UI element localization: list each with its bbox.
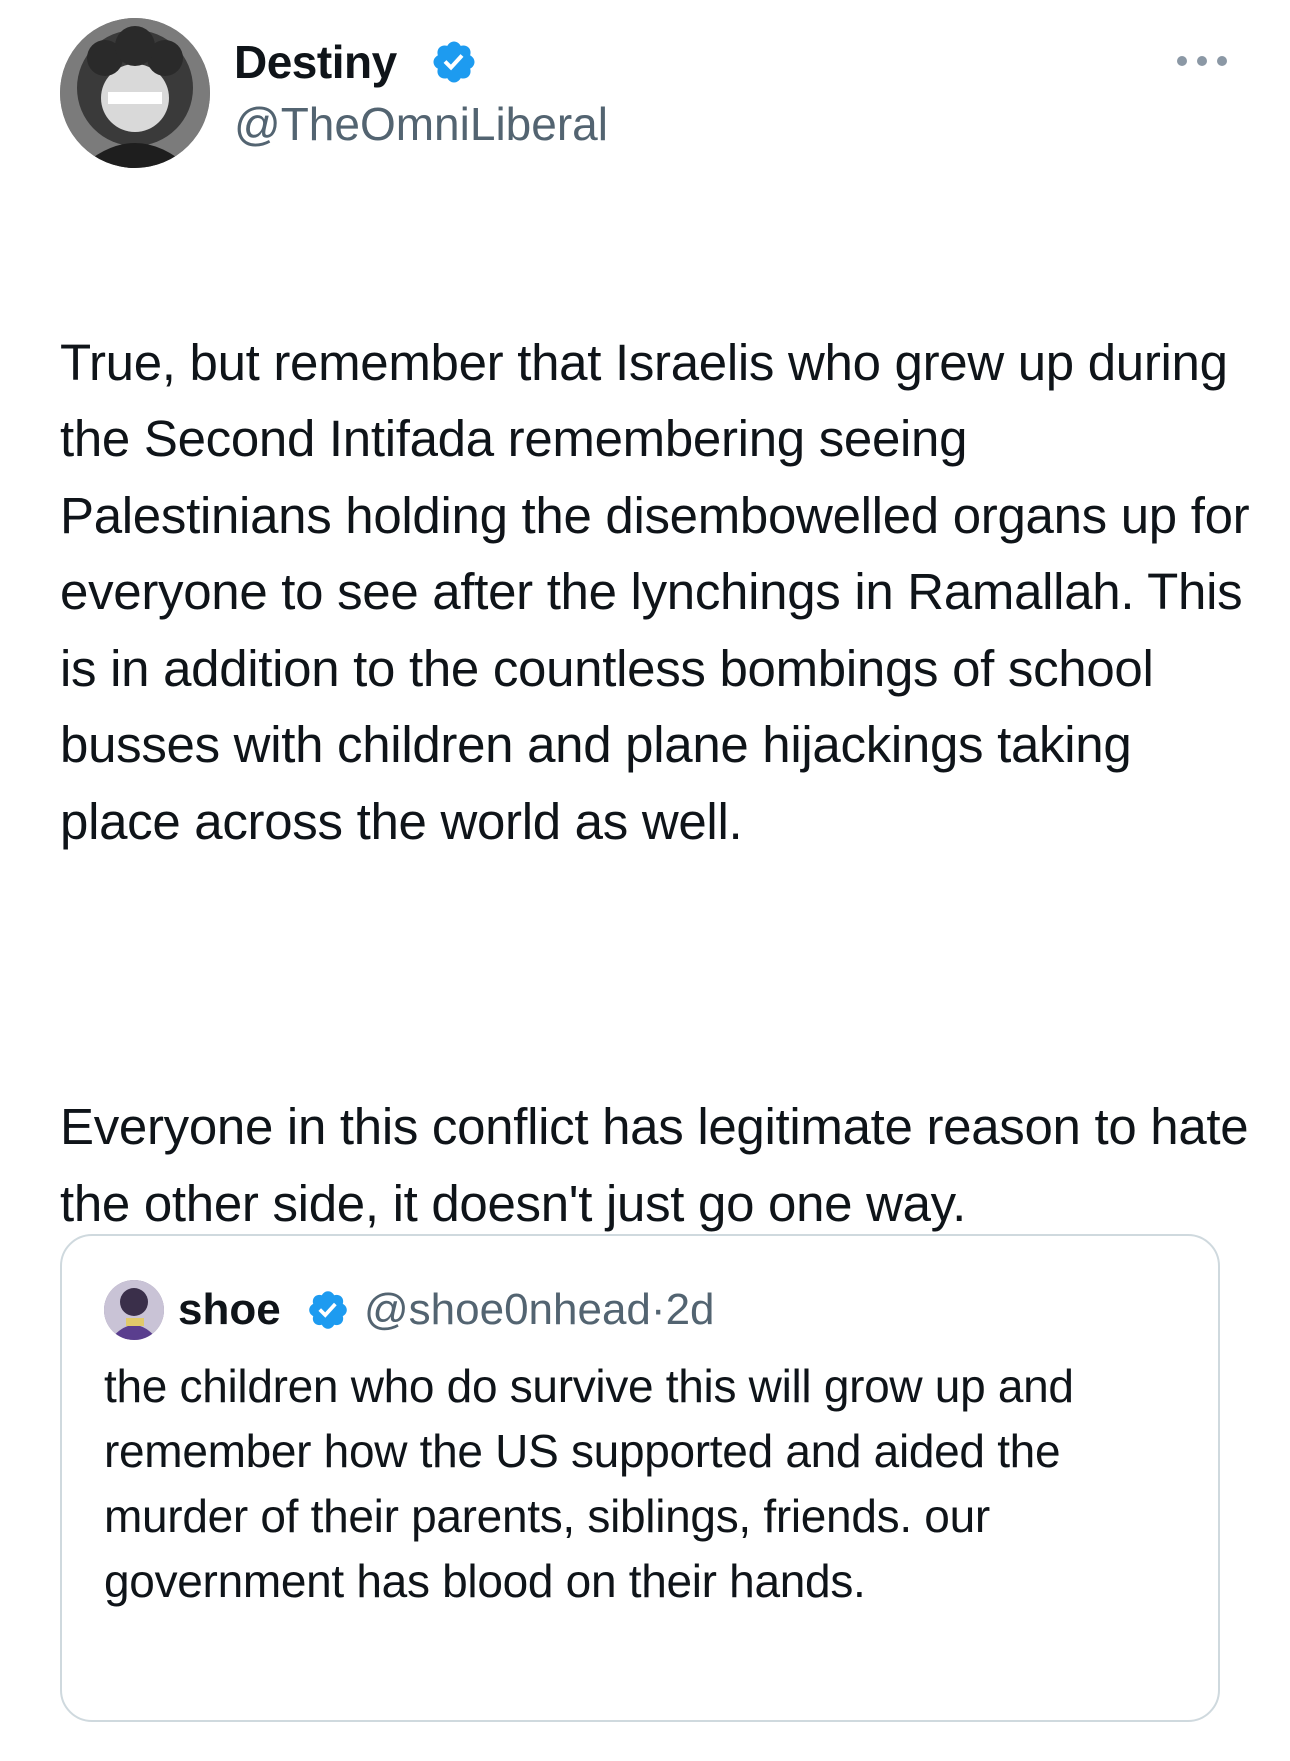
quoted-author-avatar (104, 1280, 164, 1340)
author-handle[interactable]: @TheOmniLiberal (234, 96, 608, 152)
quoted-tweet-text: the children who do survive this will gr… (104, 1360, 1074, 1607)
quoted-author-name: shoe (178, 1285, 281, 1334)
avatar-photo (60, 18, 210, 168)
meta-separator: · (650, 1285, 666, 1334)
tweet-text: True, but remember that Israelis who gre… (60, 248, 1250, 1319)
quoted-verified-badge-icon (309, 1291, 347, 1329)
author-avatar[interactable] (60, 18, 210, 168)
quoted-author-meta: @shoe0nhead·2d (364, 1282, 715, 1338)
tweet-paragraph: Everyone in this conflict has legitimate… (60, 1098, 1249, 1232)
tweet-paragraph: True, but remember that Israelis who gre… (60, 333, 1250, 850)
author-name[interactable]: Destiny (234, 34, 397, 90)
tweet: Destiny @TheOmniLiberal True, but rememb… (0, 0, 1290, 1761)
quoted-avatar-photo (104, 1280, 164, 1340)
more-options-icon[interactable] (1170, 46, 1234, 76)
quoted-timestamp: 2d (665, 1285, 715, 1334)
quoted-author-handle: @shoe0nhead (364, 1285, 651, 1334)
verified-badge-icon (433, 41, 475, 83)
quoted-tweet[interactable]: shoe @shoe0nhead·2d the children who do … (60, 1234, 1220, 1722)
